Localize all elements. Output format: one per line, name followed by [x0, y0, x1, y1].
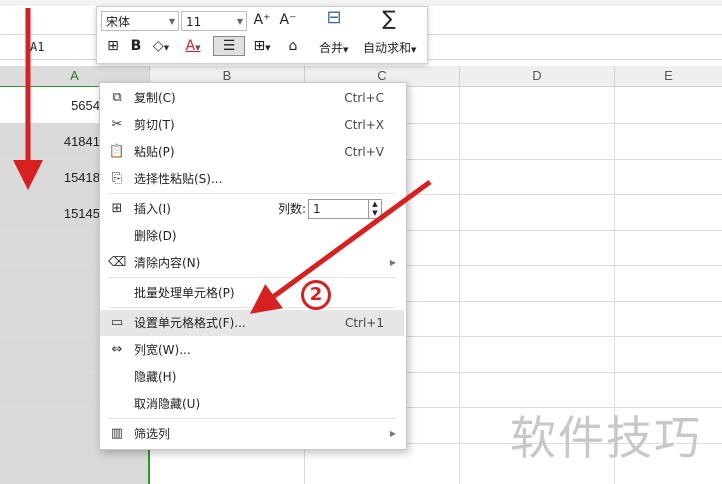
step-number-badge: 2 — [301, 280, 331, 310]
menu-item-paste-special[interactable]: ⎘ 选择性粘贴(S)... — [100, 166, 404, 192]
menu-item-insert[interactable]: ⊞ 插入(I) 列数: 1 ▲ ▼ — [100, 196, 404, 222]
shrink-font-button[interactable]: A⁻ — [277, 11, 299, 29]
menu-item-filter-column[interactable]: ▥ 筛选列 ▶ — [100, 421, 404, 447]
format-cells-icon: ▭ — [110, 315, 124, 330]
merge-cells-icon[interactable]: ⊟ — [319, 9, 349, 27]
bold-button[interactable]: B — [127, 37, 145, 55]
menu-item-unhide[interactable]: 取消隐藏(U) — [100, 391, 404, 417]
name-box[interactable]: A1 — [30, 40, 44, 54]
font-size-value: 11 — [186, 15, 202, 29]
copy-icon: ⧉ — [112, 90, 122, 105]
column-header-d[interactable]: D — [460, 66, 615, 86]
menu-item-shortcut: Ctrl+V — [344, 145, 384, 159]
menu-item-delete[interactable]: 删除(D) — [100, 223, 404, 249]
merge-label: 合并 — [319, 41, 344, 55]
column-width-icon: ⇔ — [111, 342, 123, 357]
menu-item-label: 选择性粘贴(S)... — [134, 172, 223, 186]
menu-item-label: 清除内容(N) — [134, 256, 201, 270]
font-name-value: 宋体 — [106, 15, 131, 29]
merge-button[interactable]: 合并▼ — [319, 39, 348, 56]
autosum-icon[interactable]: ∑ — [375, 8, 403, 28]
menu-item-label: 筛选列 — [134, 427, 171, 441]
filter-columns-icon: ▥ — [110, 426, 124, 441]
menu-item-clear-contents[interactable]: ⌫ 清除内容(N) ▶ — [100, 250, 404, 276]
menu-item-hide[interactable]: 隐藏(H) — [100, 364, 404, 390]
column-header-e[interactable]: E — [615, 66, 722, 86]
scissors-icon: ✂ — [111, 117, 123, 132]
font-color-letter: A — [185, 38, 196, 54]
column-count-value: 1 — [313, 202, 321, 216]
grow-font-button[interactable]: A⁺ — [251, 11, 273, 29]
column-count-stepper[interactable]: 1 ▲ ▼ — [308, 199, 382, 219]
font-color-button[interactable]: A▼ — [181, 37, 205, 57]
menu-item-label: 插入(I) — [134, 202, 171, 216]
menu-item-column-width[interactable]: ⇔ 列宽(W)... — [100, 337, 404, 363]
eraser-icon: ⌫ — [108, 255, 127, 270]
menu-item-paste[interactable]: 📋 粘贴(P) Ctrl+V — [100, 139, 404, 165]
column-count-label: 列数: — [278, 202, 307, 216]
menu-item-cut[interactable]: ✂ 剪切(T) Ctrl+X — [100, 112, 404, 138]
column-divider — [459, 87, 460, 484]
cell-a3-value: 15418 — [63, 170, 100, 185]
menu-item-batch-process[interactable]: 批量处理单元格(P) — [100, 280, 404, 306]
clear-format-icon[interactable]: ⊞ — [103, 37, 123, 55]
font-size-select[interactable]: 11 ▼ — [181, 11, 247, 31]
menu-item-label: 复制(C) — [134, 91, 176, 105]
align-center-button[interactable]: ☰ — [213, 36, 245, 56]
insert-icon: ⊞ — [111, 201, 123, 216]
menu-separator — [108, 307, 396, 308]
paste-special-icon: ⎘ — [111, 171, 123, 186]
menu-item-label: 取消隐藏(U) — [134, 397, 201, 411]
font-name-select[interactable]: 宋体 ▼ — [101, 11, 179, 31]
stepper-arrows-icon[interactable]: ▲ ▼ — [368, 200, 381, 218]
menu-separator — [108, 193, 396, 194]
menu-separator — [108, 277, 396, 278]
borders-icon[interactable]: ⊞▼ — [249, 37, 275, 57]
menu-item-label: 列宽(W)... — [134, 343, 191, 357]
menu-item-shortcut: Ctrl+C — [344, 91, 384, 105]
chevron-down-icon: ▼ — [236, 17, 243, 26]
submenu-arrow-icon: ▶ — [389, 429, 396, 438]
clipboard-icon: 📋 — [108, 144, 126, 159]
menu-item-label: 批量处理单元格(P) — [134, 286, 235, 300]
fill-color-icon[interactable]: ◇▼ — [149, 37, 173, 57]
menu-item-shortcut: Ctrl+X — [344, 118, 384, 132]
menu-item-label: 隐藏(H) — [134, 370, 177, 384]
context-menu: ⧉ 复制(C) Ctrl+C ✂ 剪切(T) Ctrl+X 📋 粘贴(P) Ct… — [99, 82, 407, 450]
watermark: 软件技巧 — [510, 411, 702, 465]
menu-item-label: 粘贴(P) — [134, 145, 175, 159]
floating-format-toolbar: 宋体 ▼ 11 ▼ A⁺ A⁻ ⊟ ∑ ⊞ B ◇▼ A▼ ☰ ⊞▼ ⌂ 合并▼ 自… — [96, 6, 428, 64]
cell-a4-value: 15145 — [63, 206, 100, 221]
menu-item-copy[interactable]: ⧉ 复制(C) Ctrl+C — [100, 85, 404, 111]
menu-item-label: 设置单元格格式(F)... — [134, 316, 246, 330]
menu-item-format-cells[interactable]: ▭ 设置单元格格式(F)... Ctrl+1 — [100, 310, 404, 336]
submenu-arrow-icon: ▶ — [389, 258, 396, 267]
autosum-button[interactable]: 自动求和▼ — [363, 39, 416, 56]
cell-a2-value: 41841 — [63, 134, 100, 149]
chevron-down-icon: ▼ — [168, 17, 175, 26]
cell-a1-value: 5654 — [71, 98, 100, 113]
menu-item-shortcut: Ctrl+1 — [344, 316, 384, 330]
format-painter-icon[interactable]: ⌂ — [283, 37, 303, 55]
menu-item-label: 删除(D) — [134, 229, 177, 243]
autosum-label: 自动求和 — [363, 41, 412, 55]
menu-item-label: 剪切(T) — [134, 118, 175, 132]
menu-separator — [108, 418, 396, 419]
